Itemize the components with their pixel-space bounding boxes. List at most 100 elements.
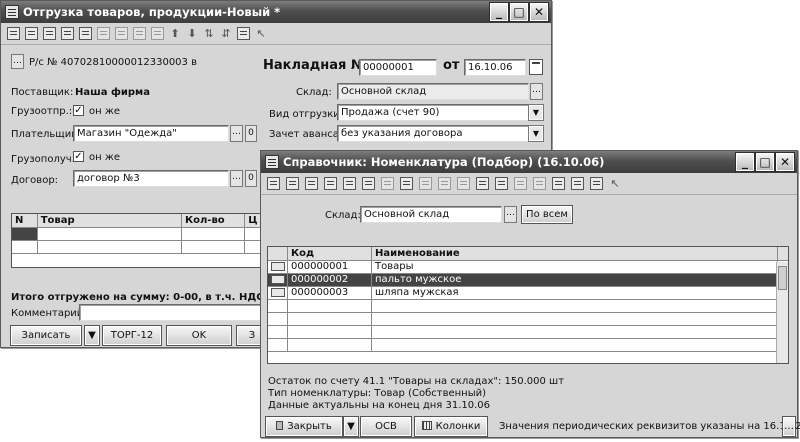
nakladnaya-number-field[interactable]: 00000001	[359, 59, 437, 76]
help-icon[interactable]	[590, 177, 603, 190]
duplicate-icon[interactable]	[495, 177, 508, 190]
col-product[interactable]: Товар	[38, 214, 182, 227]
advance-select[interactable]: без указания договора	[337, 125, 544, 142]
columns-icon	[421, 421, 432, 430]
nomenclature-table[interactable]: Код Наименование 000000001 Товары 00000000…	[267, 246, 789, 364]
table-row[interactable]	[268, 339, 788, 352]
maximize-icon[interactable]: □	[509, 2, 529, 22]
osv-button[interactable]: ОСВ	[360, 416, 412, 437]
filter-icon[interactable]	[133, 27, 146, 40]
scrollbar-thumb[interactable]	[778, 266, 787, 290]
level-down-icon[interactable]	[457, 177, 470, 190]
cut-icon[interactable]	[97, 27, 110, 40]
status-more-button[interactable]: …	[782, 416, 796, 437]
context-help-icon[interactable]: ↖	[609, 177, 621, 190]
save-button[interactable]: Записать	[10, 325, 82, 346]
goods-table[interactable]: N Товар Кол-во Ц	[11, 213, 266, 268]
copy-item-icon[interactable]	[305, 177, 318, 190]
minimize-icon[interactable]: _	[489, 2, 509, 22]
table-row[interactable]	[268, 326, 788, 339]
close-icon[interactable]: ✕	[775, 152, 795, 172]
save-menu-chevron-down-icon[interactable]: ▼	[84, 325, 100, 346]
supplier-label: Поставщик:	[11, 87, 74, 98]
col-n[interactable]: N	[12, 214, 38, 227]
picker-close-menu-chevron-down-icon[interactable]: ▼	[343, 416, 359, 437]
calendar-icon[interactable]	[529, 59, 543, 75]
arrow-down-icon[interactable]: ⬇	[186, 27, 198, 40]
advance-chevron-down-icon[interactable]: ▼	[528, 125, 544, 142]
name-cell: шляпа мужская	[372, 287, 778, 299]
payer-field[interactable]: Магазин "Одежда"	[73, 125, 229, 142]
torg12-button[interactable]: ТОРГ-12	[102, 325, 162, 346]
col-name[interactable]: Наименование	[372, 247, 778, 260]
hierarchy-icon[interactable]	[400, 177, 413, 190]
paste-icon[interactable]	[115, 27, 128, 40]
filter-off-icon[interactable]	[438, 177, 451, 190]
picker-close-button[interactable]: Закрыть	[265, 416, 343, 437]
picker-toolbar: ↖	[261, 173, 797, 195]
col-code[interactable]: Код	[288, 247, 372, 260]
edit-row-icon[interactable]	[61, 27, 74, 40]
close-icon[interactable]: ✕	[529, 2, 549, 22]
list-view-icon[interactable]	[571, 177, 584, 190]
print-icon[interactable]	[533, 177, 546, 190]
vertical-scrollbar[interactable]	[776, 262, 788, 363]
delete-item-icon[interactable]	[362, 177, 375, 190]
ok-button[interactable]: OK	[166, 325, 232, 346]
name-cell	[372, 326, 778, 338]
account-select-button[interactable]: …	[11, 54, 24, 69]
new-folder-icon[interactable]	[286, 177, 299, 190]
copy-row-icon[interactable]	[43, 27, 56, 40]
table-row[interactable]	[12, 228, 265, 241]
link-icon[interactable]	[476, 177, 489, 190]
table-row[interactable]: 000000003 шляпа мужская	[268, 287, 788, 300]
clear-icon[interactable]	[151, 27, 164, 40]
main-titlebar[interactable]: Отгрузка товаров, продукции-Новый * _ □ …	[1, 1, 551, 23]
add-row-icon[interactable]	[25, 27, 38, 40]
table-row[interactable]: 000000001 Товары	[268, 261, 788, 274]
picker-warehouse-field[interactable]: Основной склад	[360, 206, 502, 223]
row-marker	[12, 228, 38, 240]
help-icon[interactable]	[237, 27, 250, 40]
picker-titlebar[interactable]: Справочник: Номенклатура (Подбор) (16.10…	[261, 151, 797, 173]
filter-icon[interactable]	[419, 177, 432, 190]
comment-label: Комментарий:	[11, 308, 87, 319]
date-field[interactable]: 16.10.06	[464, 59, 526, 76]
new-item-icon[interactable]	[267, 177, 280, 190]
picker-warehouse-select-button[interactable]: …	[504, 206, 517, 223]
context-help-icon[interactable]: ↖	[255, 27, 267, 40]
payer-open-button[interactable]: 0	[245, 125, 257, 142]
tree-view-icon[interactable]	[552, 177, 565, 190]
table-row[interactable]: 000000002 пальто мужское	[268, 274, 788, 287]
columns-button[interactable]: Колонки	[414, 416, 488, 437]
sort-desc-icon[interactable]: ⇵	[220, 27, 232, 40]
code-cell	[288, 300, 372, 312]
contract-select-button[interactable]: …	[230, 170, 243, 187]
show-all-button[interactable]: По всем	[521, 205, 573, 224]
table-row[interactable]	[268, 313, 788, 326]
arrow-up-icon[interactable]: ⬆	[169, 27, 181, 40]
sort-asc-icon[interactable]: ⇅	[203, 27, 215, 40]
code-cell	[288, 313, 372, 325]
table-row[interactable]	[268, 300, 788, 313]
edit-item-icon[interactable]	[343, 177, 356, 190]
find-icon[interactable]	[324, 177, 337, 190]
delete-row-icon[interactable]	[79, 27, 92, 40]
table-row[interactable]	[12, 241, 265, 254]
consignee-same-checkbox[interactable]: ✓	[73, 151, 84, 162]
col-qty[interactable]: Кол-во	[182, 214, 246, 227]
move-icon[interactable]	[381, 177, 394, 190]
new-row-icon[interactable]	[7, 27, 20, 40]
shipper-same-checkbox[interactable]: ✓	[73, 105, 84, 116]
shipment-type-select[interactable]: Продажа (счет 90)	[337, 104, 544, 121]
payer-select-button[interactable]: …	[230, 125, 243, 142]
contract-field[interactable]: договор №3	[73, 170, 229, 187]
contract-open-button[interactable]: 0	[245, 170, 257, 187]
comment-field[interactable]	[79, 304, 265, 321]
minimize-icon[interactable]: _	[735, 152, 755, 172]
warehouse-select-button[interactable]: …	[530, 83, 543, 100]
warehouse-field[interactable]: Основной склад	[337, 83, 529, 100]
maximize-icon[interactable]: □	[755, 152, 775, 172]
shipment-type-chevron-down-icon[interactable]: ▼	[528, 104, 544, 121]
page-icon[interactable]	[514, 177, 527, 190]
